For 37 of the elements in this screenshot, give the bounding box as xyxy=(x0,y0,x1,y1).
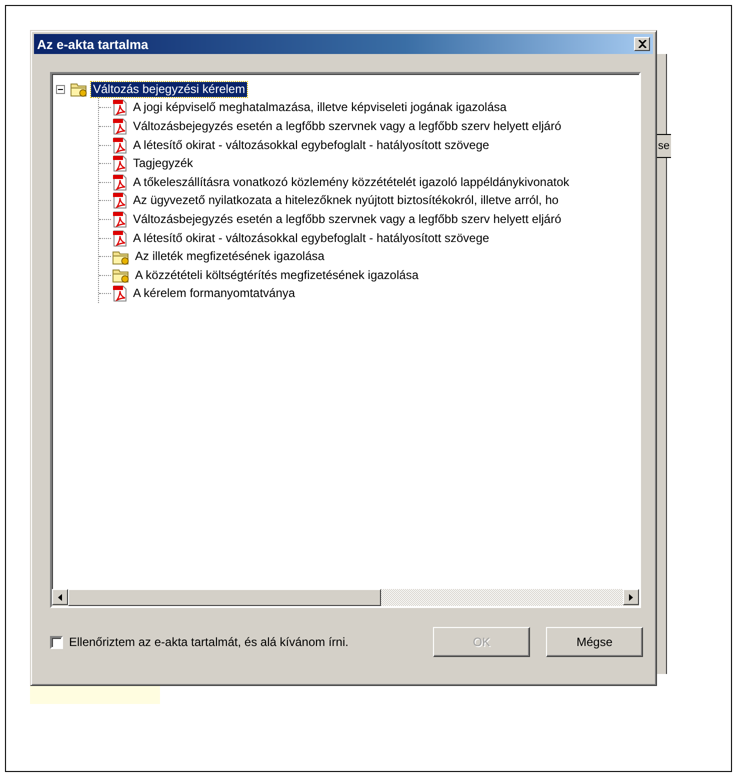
tree-item[interactable]: Az ügyvezető nyilatkozata a hitelezőknek nyújtott biztosítékokról, illetve arról, ho xyxy=(131,193,561,208)
tree-item[interactable]: A közzétételi költségtérítés megfizetésének igazolása xyxy=(133,268,420,283)
pdf-file-icon xyxy=(112,118,128,135)
tree-item[interactable]: A tőkeleszállításra vonatkozó közlemény közzétételét igazoló lappéldánykivonatok xyxy=(131,174,572,190)
scroll-left-button[interactable] xyxy=(52,589,68,605)
pdf-file-icon xyxy=(112,210,128,228)
folder-icon xyxy=(112,267,130,284)
left-arrow-icon xyxy=(58,594,62,600)
cancel-button[interactable]: Mégse xyxy=(546,627,643,657)
tree-item[interactable]: A létesítő okirat - változásokkal egybefoglalt - hatályosított szövege xyxy=(131,138,492,153)
background-button[interactable]: se xyxy=(657,134,671,158)
pdf-file-icon xyxy=(112,155,128,172)
scroll-right-button[interactable] xyxy=(623,589,639,605)
tree-item[interactable]: Változásbejegyzés esetén a legfőbb szervnek vagy a legfőbb szerv helyett eljáró xyxy=(131,212,564,227)
pdf-file-icon xyxy=(112,99,128,116)
pdf-file-icon xyxy=(112,136,128,154)
tree-item[interactable]: Változás bejegyzési kérelem xyxy=(91,82,248,97)
folder-icon xyxy=(112,248,130,265)
close-button[interactable] xyxy=(634,37,650,51)
tree-item[interactable]: A kérelem formanyomtatványa xyxy=(131,286,298,302)
tree-item[interactable]: Az illeték megfizetésének igazolása xyxy=(133,249,326,264)
pdf-file-icon xyxy=(112,174,128,191)
window-title: Az e-akta tartalma xyxy=(37,36,148,52)
tree-item[interactable]: Változásbejegyzés esetén a legfőbb szervnek vagy a legfőbb szerv helyett eljáró xyxy=(131,118,564,134)
checkbox[interactable] xyxy=(50,636,63,648)
folder-icon xyxy=(70,81,88,98)
pdf-file-icon xyxy=(112,285,128,302)
checkbox-label: Ellenőriztem az e-akta tartalmát, és alá kívánom írni. xyxy=(69,635,350,649)
pdf-file-icon xyxy=(112,230,128,247)
scrollbar-thumb[interactable] xyxy=(68,589,381,606)
close-icon xyxy=(638,40,646,48)
tree-item[interactable]: A létesítő okirat - változásokkal egybefoglalt - hatályosított szövege xyxy=(131,230,492,246)
right-arrow-icon xyxy=(629,594,633,600)
tree-item[interactable]: Tagjegyzék xyxy=(131,156,196,172)
collapse-icon[interactable] xyxy=(56,84,65,94)
tree-item[interactable]: A jogi képviselő meghatalmazása, illetve képviseleti jogának igazolása xyxy=(131,100,509,116)
pdf-file-icon xyxy=(112,192,128,210)
